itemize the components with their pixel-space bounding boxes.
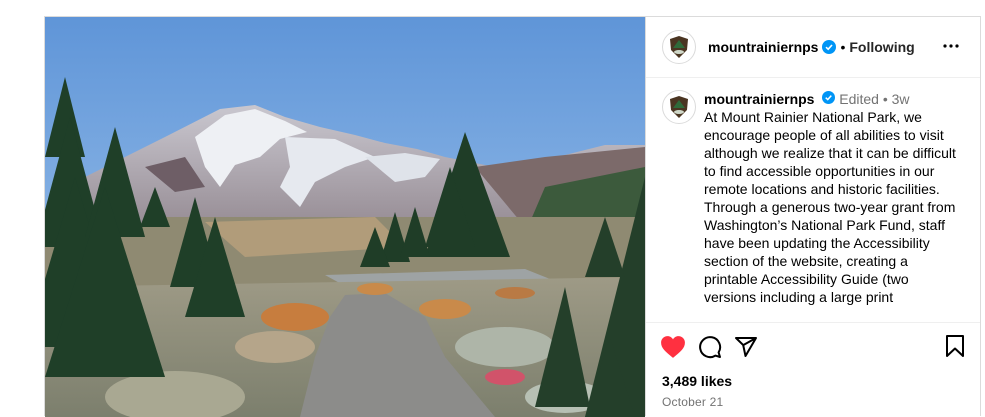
post-age[interactable]: 3w xyxy=(892,91,910,107)
verified-badge-icon xyxy=(822,40,837,54)
mountain-landscape-image xyxy=(45,17,645,417)
post-header: mountrainiernps • Following xyxy=(646,17,980,78)
more-options-icon[interactable] xyxy=(942,37,960,60)
share-icon xyxy=(735,336,757,357)
nps-arrowhead-logo-icon xyxy=(670,36,688,58)
comment-icon xyxy=(699,335,722,358)
post-date[interactable]: October 21 xyxy=(646,392,980,416)
avatar[interactable] xyxy=(662,30,696,64)
like-button[interactable] xyxy=(660,335,686,359)
verified-badge-icon xyxy=(822,91,836,104)
post-photo[interactable] xyxy=(45,17,645,417)
following-button[interactable]: Following xyxy=(849,39,914,55)
save-button[interactable] xyxy=(944,334,966,363)
bookmark-icon xyxy=(946,335,964,357)
share-button[interactable] xyxy=(734,335,758,359)
username-link[interactable]: mountrainiernps xyxy=(708,39,818,55)
caption-avatar[interactable] xyxy=(662,90,696,124)
post-sidebar: mountrainiernps • Following mountrainier xyxy=(645,17,980,416)
caption-section: mountrainiernps Edited • 3w At Mount Rai… xyxy=(646,78,980,322)
separator-dot: • xyxy=(882,91,888,107)
caption-body: mountrainiernps Edited • 3w At Mount Rai… xyxy=(704,90,962,322)
nps-arrowhead-logo-icon xyxy=(670,96,688,118)
heart-filled-icon xyxy=(661,335,685,358)
post-card: mountrainiernps • Following mountrainier xyxy=(44,16,981,417)
edited-label: Edited xyxy=(839,91,879,107)
like-count[interactable]: 3,489 likes xyxy=(646,370,980,392)
comment-button[interactable] xyxy=(698,335,722,359)
action-bar xyxy=(646,322,980,370)
caption-text: At Mount Rainier National Park, we encou… xyxy=(704,109,956,305)
caption-username-link[interactable]: mountrainiernps xyxy=(704,91,814,107)
separator-dot: • xyxy=(840,39,846,55)
